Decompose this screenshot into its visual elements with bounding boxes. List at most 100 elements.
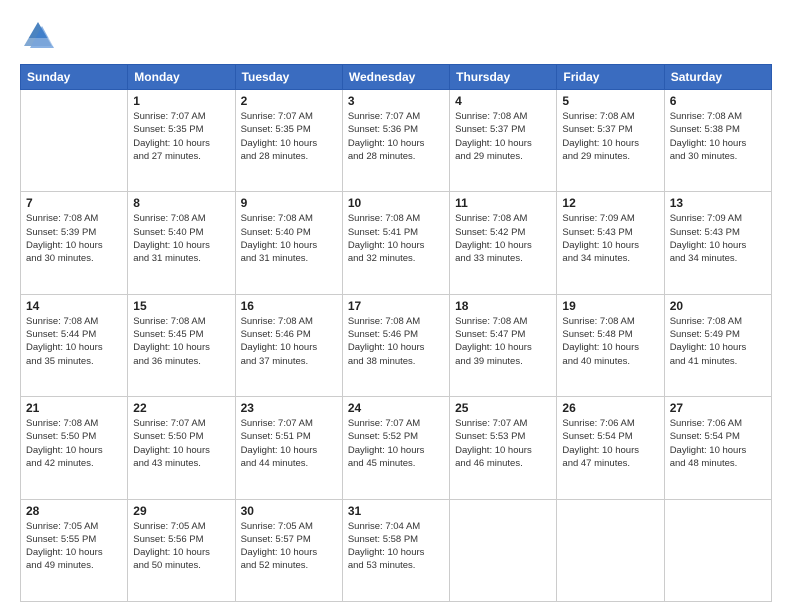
week-row-3: 14 Sunrise: 7:08 AM Sunset: 5:44 PM Dayli… <box>21 294 772 396</box>
day-info: Sunrise: 7:07 AM Sunset: 5:36 PM Dayligh… <box>348 110 444 163</box>
calendar-cell: 26 Sunrise: 7:06 AM Sunset: 5:54 PM Dayli… <box>557 397 664 499</box>
day-info: Sunrise: 7:05 AM Sunset: 5:57 PM Dayligh… <box>241 520 337 573</box>
day-number: 25 <box>455 401 551 415</box>
day-info: Sunrise: 7:08 AM Sunset: 5:48 PM Dayligh… <box>562 315 658 368</box>
day-info: Sunrise: 7:05 AM Sunset: 5:56 PM Dayligh… <box>133 520 229 573</box>
day-info: Sunrise: 7:07 AM Sunset: 5:53 PM Dayligh… <box>455 417 551 470</box>
day-number: 6 <box>670 94 766 108</box>
calendar-cell: 24 Sunrise: 7:07 AM Sunset: 5:52 PM Dayli… <box>342 397 449 499</box>
day-number: 14 <box>26 299 122 313</box>
day-info: Sunrise: 7:08 AM Sunset: 5:45 PM Dayligh… <box>133 315 229 368</box>
day-info: Sunrise: 7:08 AM Sunset: 5:40 PM Dayligh… <box>241 212 337 265</box>
day-number: 26 <box>562 401 658 415</box>
logo-icon <box>20 18 56 54</box>
day-number: 5 <box>562 94 658 108</box>
day-info: Sunrise: 7:06 AM Sunset: 5:54 PM Dayligh… <box>670 417 766 470</box>
day-info: Sunrise: 7:08 AM Sunset: 5:46 PM Dayligh… <box>348 315 444 368</box>
col-header-sunday: Sunday <box>21 65 128 90</box>
day-number: 29 <box>133 504 229 518</box>
week-row-1: 1 Sunrise: 7:07 AM Sunset: 5:35 PM Daylig… <box>21 90 772 192</box>
calendar-cell: 13 Sunrise: 7:09 AM Sunset: 5:43 PM Dayli… <box>664 192 771 294</box>
day-info: Sunrise: 7:08 AM Sunset: 5:46 PM Dayligh… <box>241 315 337 368</box>
day-number: 3 <box>348 94 444 108</box>
calendar-cell: 16Sunrise: 7:08 AM Sunset: 5:46 PM Dayli… <box>235 294 342 396</box>
day-number: 1 <box>133 94 229 108</box>
calendar-cell: 29 Sunrise: 7:05 AM Sunset: 5:56 PM Dayli… <box>128 499 235 601</box>
calendar-cell: 19Sunrise: 7:08 AM Sunset: 5:48 PM Dayli… <box>557 294 664 396</box>
day-info: Sunrise: 7:07 AM Sunset: 5:52 PM Dayligh… <box>348 417 444 470</box>
day-info: Sunrise: 7:08 AM Sunset: 5:37 PM Dayligh… <box>562 110 658 163</box>
day-info: Sunrise: 7:04 AM Sunset: 5:58 PM Dayligh… <box>348 520 444 573</box>
day-info: Sunrise: 7:08 AM Sunset: 5:39 PM Dayligh… <box>26 212 122 265</box>
calendar-cell: 15Sunrise: 7:08 AM Sunset: 5:45 PM Dayli… <box>128 294 235 396</box>
calendar-cell <box>21 90 128 192</box>
day-info: Sunrise: 7:08 AM Sunset: 5:50 PM Dayligh… <box>26 417 122 470</box>
day-info: Sunrise: 7:08 AM Sunset: 5:37 PM Dayligh… <box>455 110 551 163</box>
calendar-cell: 4 Sunrise: 7:08 AM Sunset: 5:37 PM Daylig… <box>450 90 557 192</box>
col-header-monday: Monday <box>128 65 235 90</box>
day-number: 20 <box>670 299 766 313</box>
calendar-cell: 5 Sunrise: 7:08 AM Sunset: 5:37 PM Daylig… <box>557 90 664 192</box>
day-number: 2 <box>241 94 337 108</box>
day-info: Sunrise: 7:09 AM Sunset: 5:43 PM Dayligh… <box>670 212 766 265</box>
calendar-cell: 11 Sunrise: 7:08 AM Sunset: 5:42 PM Dayli… <box>450 192 557 294</box>
calendar-cell: 28 Sunrise: 7:05 AM Sunset: 5:55 PM Dayli… <box>21 499 128 601</box>
day-info: Sunrise: 7:08 AM Sunset: 5:38 PM Dayligh… <box>670 110 766 163</box>
calendar-cell: 8 Sunrise: 7:08 AM Sunset: 5:40 PM Daylig… <box>128 192 235 294</box>
day-number: 22 <box>133 401 229 415</box>
day-number: 9 <box>241 196 337 210</box>
calendar-cell: 25 Sunrise: 7:07 AM Sunset: 5:53 PM Dayli… <box>450 397 557 499</box>
day-info: Sunrise: 7:08 AM Sunset: 5:44 PM Dayligh… <box>26 315 122 368</box>
week-row-2: 7 Sunrise: 7:08 AM Sunset: 5:39 PM Daylig… <box>21 192 772 294</box>
day-number: 12 <box>562 196 658 210</box>
day-number: 24 <box>348 401 444 415</box>
day-info: Sunrise: 7:08 AM Sunset: 5:42 PM Dayligh… <box>455 212 551 265</box>
header <box>20 18 772 54</box>
day-info: Sunrise: 7:08 AM Sunset: 5:49 PM Dayligh… <box>670 315 766 368</box>
day-info: Sunrise: 7:07 AM Sunset: 5:35 PM Dayligh… <box>241 110 337 163</box>
day-number: 28 <box>26 504 122 518</box>
day-number: 8 <box>133 196 229 210</box>
day-info: Sunrise: 7:08 AM Sunset: 5:41 PM Dayligh… <box>348 212 444 265</box>
calendar-cell: 18Sunrise: 7:08 AM Sunset: 5:47 PM Dayli… <box>450 294 557 396</box>
calendar-cell: 22 Sunrise: 7:07 AM Sunset: 5:50 PM Dayli… <box>128 397 235 499</box>
calendar-cell: 6 Sunrise: 7:08 AM Sunset: 5:38 PM Daylig… <box>664 90 771 192</box>
day-number: 10 <box>348 196 444 210</box>
page: SundayMondayTuesdayWednesdayThursdayFrid… <box>0 0 792 612</box>
calendar-cell: 10 Sunrise: 7:08 AM Sunset: 5:41 PM Dayli… <box>342 192 449 294</box>
calendar-cell: 31 Sunrise: 7:04 AM Sunset: 5:58 PM Dayli… <box>342 499 449 601</box>
day-info: Sunrise: 7:07 AM Sunset: 5:50 PM Dayligh… <box>133 417 229 470</box>
calendar-header-row: SundayMondayTuesdayWednesdayThursdayFrid… <box>21 65 772 90</box>
day-number: 31 <box>348 504 444 518</box>
day-number: 17 <box>348 299 444 313</box>
day-info: Sunrise: 7:06 AM Sunset: 5:54 PM Dayligh… <box>562 417 658 470</box>
calendar-cell: 14 Sunrise: 7:08 AM Sunset: 5:44 PM Dayli… <box>21 294 128 396</box>
day-number: 11 <box>455 196 551 210</box>
calendar-cell: 23Sunrise: 7:07 AM Sunset: 5:51 PM Dayli… <box>235 397 342 499</box>
calendar-cell: 2 Sunrise: 7:07 AM Sunset: 5:35 PM Daylig… <box>235 90 342 192</box>
day-info: Sunrise: 7:07 AM Sunset: 5:51 PM Dayligh… <box>241 417 337 470</box>
calendar-cell: 17 Sunrise: 7:08 AM Sunset: 5:46 PM Dayli… <box>342 294 449 396</box>
calendar-cell: 20 Sunrise: 7:08 AM Sunset: 5:49 PM Dayli… <box>664 294 771 396</box>
day-number: 21 <box>26 401 122 415</box>
calendar-cell: 21 Sunrise: 7:08 AM Sunset: 5:50 PM Dayli… <box>21 397 128 499</box>
col-header-tuesday: Tuesday <box>235 65 342 90</box>
day-info: Sunrise: 7:08 AM Sunset: 5:40 PM Dayligh… <box>133 212 229 265</box>
day-info: Sunrise: 7:07 AM Sunset: 5:35 PM Dayligh… <box>133 110 229 163</box>
logo <box>20 18 58 54</box>
day-number: 27 <box>670 401 766 415</box>
calendar-table: SundayMondayTuesdayWednesdayThursdayFrid… <box>20 64 772 602</box>
calendar-cell <box>664 499 771 601</box>
day-info: Sunrise: 7:05 AM Sunset: 5:55 PM Dayligh… <box>26 520 122 573</box>
calendar-cell: 27 Sunrise: 7:06 AM Sunset: 5:54 PM Dayli… <box>664 397 771 499</box>
week-row-4: 21 Sunrise: 7:08 AM Sunset: 5:50 PM Dayli… <box>21 397 772 499</box>
calendar-cell: 9 Sunrise: 7:08 AM Sunset: 5:40 PM Daylig… <box>235 192 342 294</box>
day-number: 4 <box>455 94 551 108</box>
day-number: 30 <box>241 504 337 518</box>
calendar-cell: 7 Sunrise: 7:08 AM Sunset: 5:39 PM Daylig… <box>21 192 128 294</box>
calendar-cell: 12Sunrise: 7:09 AM Sunset: 5:43 PM Dayli… <box>557 192 664 294</box>
day-number: 7 <box>26 196 122 210</box>
calendar-cell: 3 Sunrise: 7:07 AM Sunset: 5:36 PM Daylig… <box>342 90 449 192</box>
day-number: 13 <box>670 196 766 210</box>
calendar-cell <box>450 499 557 601</box>
